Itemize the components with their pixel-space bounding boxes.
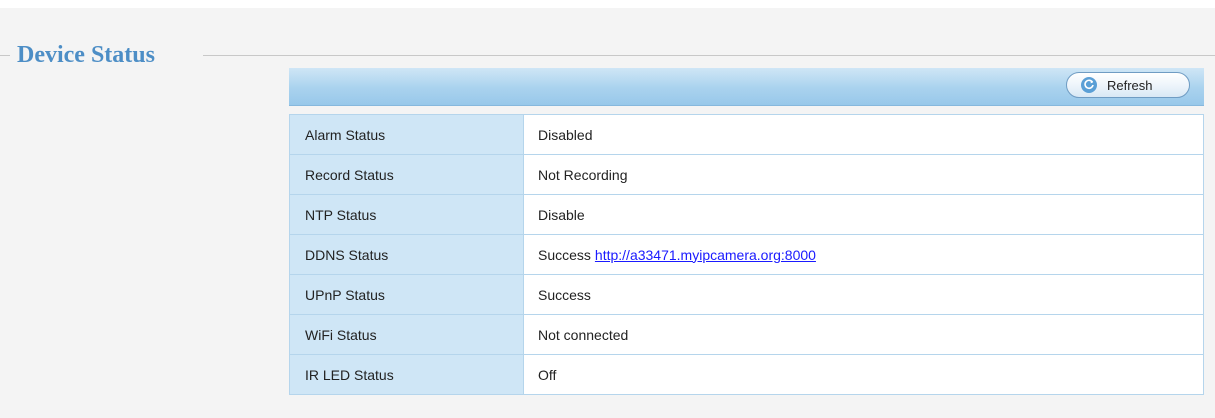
table-row: IR LED Status Off (289, 354, 1204, 395)
ddns-url-link[interactable]: http://a33471.myipcamera.org:8000 (595, 247, 816, 263)
status-label-ddns: DDNS Status (289, 234, 524, 275)
status-label-ntp: NTP Status (289, 194, 524, 235)
table-row: UPnP Status Success (289, 274, 1204, 315)
status-label-upnp: UPnP Status (289, 274, 524, 315)
status-value-ir-led: Off (523, 354, 1204, 395)
status-value-alarm: Disabled (523, 114, 1204, 155)
status-toolbar: Refresh (289, 68, 1204, 106)
status-value-ntp: Disable (523, 194, 1204, 235)
status-table: Alarm Status Disabled Record Status Not … (289, 114, 1204, 395)
status-value-record: Not Recording (523, 154, 1204, 195)
status-value-ddns-cell: Success http://a33471.myipcamera.org:8000 (523, 234, 1204, 275)
table-row: NTP Status Disable (289, 194, 1204, 235)
table-row: DDNS Status Success http://a33471.myipcam… (289, 234, 1204, 275)
status-value-wifi: Not connected (523, 314, 1204, 355)
table-row: Alarm Status Disabled (289, 114, 1204, 155)
fieldset-border-right (203, 55, 1215, 56)
device-status-page: Device Status Refresh Alarm Status Disab… (0, 0, 1215, 418)
refresh-icon (1081, 77, 1097, 93)
refresh-button-label: Refresh (1107, 77, 1153, 93)
status-value-upnp: Success (523, 274, 1204, 315)
status-label-alarm: Alarm Status (289, 114, 524, 155)
status-label-ir-led: IR LED Status (289, 354, 524, 395)
fieldset-border-left (0, 55, 10, 56)
status-value-ddns: Success (538, 246, 591, 263)
section-title: Device Status (17, 42, 155, 68)
refresh-button[interactable]: Refresh (1066, 72, 1190, 98)
status-label-wifi: WiFi Status (289, 314, 524, 355)
status-label-record: Record Status (289, 154, 524, 195)
table-row: Record Status Not Recording (289, 154, 1204, 195)
table-row: WiFi Status Not connected (289, 314, 1204, 355)
